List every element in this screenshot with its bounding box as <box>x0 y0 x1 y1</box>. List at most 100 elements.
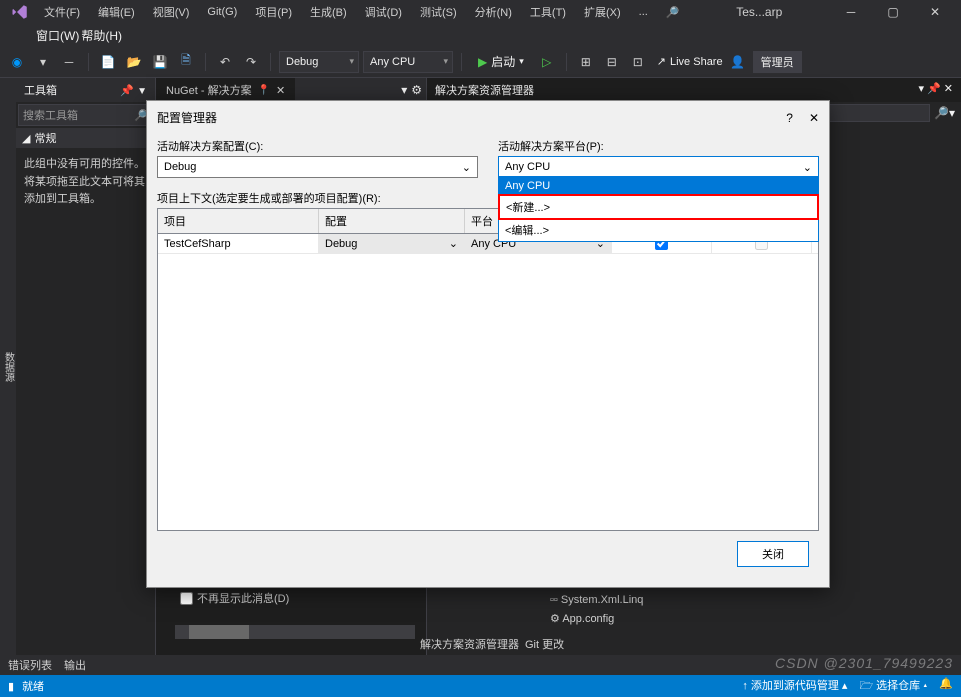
col-project[interactable]: 项目 <box>158 209 319 233</box>
tb-icon1[interactable]: ⊞ <box>575 51 597 73</box>
git-changes-tab[interactable]: Git 更改 <box>525 636 564 652</box>
toolbox-panel: 工具箱 📌 ▼ 搜索工具箱 🔎 ◢ 常规 此组中没有可用的控件。将某项拖至此文本… <box>16 78 156 655</box>
dont-show-checkbox[interactable] <box>180 592 193 605</box>
minimize-button[interactable]: ─ <box>831 0 871 24</box>
menu-git[interactable]: Git(G) <box>199 3 245 21</box>
project-grid: 项目 配置 平台 生成 部署 TestCefSharp Debug⌄ Any C… <box>157 208 819 531</box>
solution-explorer-bottom-tab[interactable]: 解决方案资源管理器 <box>420 636 519 652</box>
toolbox-search[interactable]: 搜索工具箱 🔎 <box>18 104 153 126</box>
pin-tab-icon[interactable]: 📍 <box>258 85 270 96</box>
toolbox-title: 工具箱 <box>24 82 57 98</box>
watermark: CSDN @2301_79499223 <box>775 655 953 671</box>
menu-help[interactable]: 帮助(H) <box>81 27 122 44</box>
menu-extensions[interactable]: 扩展(X) <box>576 1 629 23</box>
menu-overflow[interactable]: ... <box>631 3 656 21</box>
dialog-close-icon[interactable]: ✕ <box>809 111 819 125</box>
select-repo-button[interactable]: 🗁 选择仓库 ▴ <box>859 677 927 696</box>
notification-icon[interactable]: 🔔 <box>939 677 953 696</box>
menu-test[interactable]: 测试(S) <box>412 1 465 23</box>
status-ready: 就绪 <box>22 678 44 694</box>
save-all-icon[interactable]: 🗎 <box>175 51 197 73</box>
hidden-checkbox-row: 不再显示此消息(D) <box>180 590 289 606</box>
tree-item[interactable]: ⚙ App.config <box>550 612 614 625</box>
run-label: 启动 <box>491 53 515 70</box>
menu-project[interactable]: 项目(P) <box>247 1 300 23</box>
new-file-icon[interactable]: 📄 <box>97 51 119 73</box>
search-icon[interactable]: 🔎▾ <box>930 106 959 120</box>
menubar: 文件(F) 编辑(E) 视图(V) Git(G) 项目(P) 生成(B) 调试(… <box>0 0 961 24</box>
platform-label: 活动解决方案平台(P): <box>498 138 819 154</box>
tb-icon2[interactable]: ⊟ <box>601 51 623 73</box>
pin-icon[interactable]: ▾ 📌 ✕ <box>918 83 953 95</box>
close-button[interactable]: ✕ <box>915 0 955 24</box>
toolbox-empty-text: 此组中没有可用的控件。将某项拖至此文本可将其添加到工具箱。 <box>16 148 155 217</box>
vs-logo-icon <box>6 2 34 22</box>
help-button[interactable]: ? <box>786 111 793 125</box>
forward-button[interactable]: ─ <box>58 51 80 73</box>
tab-dropdown-icon[interactable]: ▾ <box>401 83 407 97</box>
solution-explorer-tab[interactable]: 解决方案资源管理器 ▾ 📌 ✕ <box>427 78 961 102</box>
maximize-button[interactable]: ▢ <box>873 0 913 24</box>
collapse-icon: ◢ <box>22 132 30 145</box>
menu-view[interactable]: 视图(V) <box>145 1 198 23</box>
feedback-icon[interactable]: 👤 <box>727 51 749 73</box>
menu-window[interactable]: 窗口(W) <box>36 27 79 44</box>
platform-combo[interactable]: Any CPU <box>363 51 453 73</box>
chevron-down-icon: ⌄ <box>803 161 812 174</box>
start-debug-button[interactable]: ▶ 启动 ▾ <box>470 51 532 73</box>
platform-option-new[interactable]: <新建...> <box>498 194 819 220</box>
pin-icon[interactable]: 📌 <box>120 85 134 97</box>
panel-dropdown-icon[interactable]: ▼ <box>137 86 147 97</box>
menu-analyze[interactable]: 分析(N) <box>467 1 520 23</box>
platform-dropdown-list: Any CPU <新建...> <编辑...> <box>498 176 819 242</box>
platform-option-edit[interactable]: <编辑...> <box>499 219 818 241</box>
liveshare-button[interactable]: ↗ Live Share <box>657 55 723 68</box>
toolbox-header: 工具箱 📌 ▼ <box>16 78 155 102</box>
config-value: Debug <box>164 161 196 173</box>
redo-icon[interactable]: ↷ <box>240 51 262 73</box>
play-icon: ▶ <box>478 55 487 69</box>
search-icon[interactable]: 🔎 <box>658 3 688 22</box>
chevron-down-icon: ⌄ <box>462 161 471 174</box>
document-tabs: NuGet - 解决方案 📍 ✕ ▾ ⚙ <box>156 78 426 102</box>
back-dropdown[interactable]: ▾ <box>32 51 54 73</box>
error-list-tab[interactable]: 错误列表 <box>8 657 52 673</box>
horizontal-scrollbar[interactable] <box>175 625 415 639</box>
configuration-manager-dialog: 配置管理器 ? ✕ 活动解决方案配置(C): Debug ⌄ 活动解决方案平台(… <box>146 100 830 588</box>
toolbar: ◉ ▾ ─ 📄 📂 💾 🗎 ↶ ↷ Debug Any CPU ▶ 启动 ▾ ▷… <box>0 46 961 78</box>
window-title: Tes...arp <box>736 5 782 19</box>
close-tab-icon[interactable]: ✕ <box>276 84 285 97</box>
cell-project: TestCefSharp <box>158 234 319 253</box>
save-icon[interactable]: 💾 <box>149 51 171 73</box>
tree-item[interactable]: ▫▫ System.Xml.Linq <box>550 594 643 606</box>
menu-build[interactable]: 生成(B) <box>302 1 355 23</box>
menu-file[interactable]: 文件(F) <box>36 1 88 23</box>
platform-option-anycpu[interactable]: Any CPU <box>499 177 818 195</box>
config-combo[interactable]: Debug <box>279 51 359 73</box>
back-button[interactable]: ◉ <box>6 51 28 73</box>
solution-tab-label: 解决方案资源管理器 <box>435 85 534 97</box>
admin-badge: 管理员 <box>753 51 802 73</box>
output-tab[interactable]: 输出 <box>64 657 86 673</box>
statusbar: ▮ 就绪 ↑ 添加到源代码管理 ▴ 🗁 选择仓库 ▴ 🔔 <box>0 675 961 697</box>
active-config-dropdown[interactable]: Debug ⌄ <box>157 156 478 178</box>
menu-tools[interactable]: 工具(T) <box>522 1 574 23</box>
menu-edit[interactable]: 编辑(E) <box>90 1 143 23</box>
tb-icon3[interactable]: ⊡ <box>627 51 649 73</box>
close-button[interactable]: 关闭 <box>737 541 809 567</box>
source-control-button[interactable]: ↑ 添加到源代码管理 ▴ <box>742 677 847 696</box>
start-nodebug-icon[interactable]: ▷ <box>536 51 558 73</box>
dialog-titlebar: 配置管理器 ? ✕ <box>147 101 829 134</box>
menu-debug[interactable]: 调试(D) <box>357 1 410 23</box>
dont-show-label: 不再显示此消息(D) <box>197 590 289 606</box>
undo-icon[interactable]: ↶ <box>214 51 236 73</box>
toolbox-section[interactable]: ◢ 常规 <box>16 128 155 148</box>
gear-icon[interactable]: ⚙ <box>411 83 422 97</box>
vertical-tab[interactable]: 数据源 <box>0 78 16 655</box>
col-config[interactable]: 配置 <box>319 209 465 233</box>
chevron-down-icon: ⌄ <box>449 237 458 250</box>
cell-config-combo[interactable]: Debug⌄ <box>319 234 465 253</box>
active-platform-dropdown[interactable]: Any CPU ⌄ <box>498 156 819 178</box>
tab-nuget[interactable]: NuGet - 解决方案 📍 ✕ <box>156 78 295 102</box>
open-icon[interactable]: 📂 <box>123 51 145 73</box>
